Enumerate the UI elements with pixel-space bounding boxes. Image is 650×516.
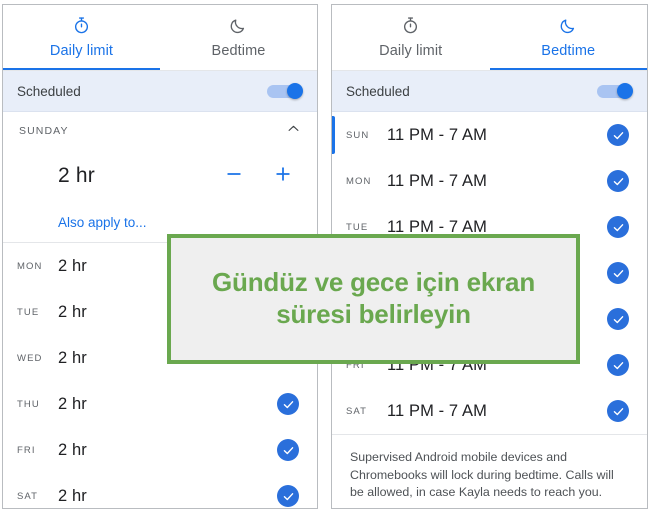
row-value: 2 hr	[58, 440, 87, 459]
check-circle-icon[interactable]	[607, 400, 629, 422]
sunday-section-header[interactable]: SUNDAY	[3, 112, 317, 150]
sunday-limit-value: 2 hr	[58, 164, 95, 187]
row-day-label: SAT	[346, 405, 368, 417]
row-value: 2 hr	[58, 486, 87, 505]
left-tab-bar: Daily limit Bedtime	[3, 5, 317, 71]
tab-bedtime-label: Bedtime	[541, 43, 596, 59]
tab-daily-limit[interactable]: Daily limit	[3, 5, 160, 71]
moon-icon	[229, 14, 248, 37]
check-circle-icon[interactable]	[277, 439, 299, 461]
row-day-label: TUE	[17, 306, 40, 318]
row-check-slot	[603, 354, 633, 376]
moon-icon	[559, 14, 578, 37]
row-day-label: THU	[17, 398, 40, 410]
callout-text: Gündüz ve gece için ekran süresi belirle…	[212, 267, 535, 329]
table-row[interactable]: SAT 11 PM - 7 AM	[332, 388, 647, 434]
stopwatch-icon	[401, 14, 420, 37]
row-check-slot	[273, 439, 303, 461]
row-check-slot	[603, 170, 633, 192]
check-circle-icon[interactable]	[607, 216, 629, 238]
row-check-slot	[603, 124, 633, 146]
table-row[interactable]: SAT 2 hr	[3, 473, 317, 508]
tab-daily-limit-label: Daily limit	[49, 43, 114, 59]
right-scheduled-label: Scheduled	[346, 83, 410, 99]
screenshot-stage: Daily limit Bedtime Scheduled SUNDAY 2 h…	[0, 0, 650, 516]
right-scheduled-row[interactable]: Scheduled	[332, 71, 647, 112]
tab-daily-limit[interactable]: Daily limit	[332, 5, 490, 71]
left-scheduled-toggle[interactable]	[267, 83, 303, 99]
table-row[interactable]: MON 11 PM - 7 AM	[332, 158, 647, 204]
tab-bedtime[interactable]: Bedtime	[489, 5, 647, 71]
check-circle-icon[interactable]	[607, 262, 629, 284]
stepper-buttons	[224, 164, 301, 189]
row-day-label: FRI	[17, 444, 36, 456]
check-circle-icon[interactable]	[277, 485, 299, 507]
left-scheduled-label: Scheduled	[17, 83, 81, 99]
check-circle-icon[interactable]	[607, 308, 629, 330]
plus-icon[interactable]	[273, 164, 293, 189]
row-day-label: MON	[17, 260, 43, 272]
check-circle-icon[interactable]	[607, 354, 629, 376]
chevron-up-icon[interactable]	[286, 121, 301, 141]
check-circle-icon[interactable]	[277, 393, 299, 415]
row-day-label: WED	[17, 352, 43, 364]
selected-row-indicator	[332, 116, 335, 154]
right-scheduled-toggle[interactable]	[597, 83, 633, 99]
toggle-thumb	[617, 83, 633, 99]
sunday-limit-stepper: 2 hr	[3, 150, 317, 202]
minus-icon[interactable]	[224, 164, 244, 189]
left-scheduled-row[interactable]: Scheduled	[3, 71, 317, 112]
tab-bedtime[interactable]: Bedtime	[160, 5, 317, 71]
row-value: 11 PM - 7 AM	[387, 401, 487, 420]
row-value: 11 PM - 7 AM	[387, 125, 487, 144]
row-check-slot	[603, 216, 633, 238]
tab-bedtime-label: Bedtime	[211, 43, 266, 59]
check-circle-icon[interactable]	[607, 170, 629, 192]
sunday-label: SUNDAY	[19, 125, 69, 137]
row-check-slot	[603, 400, 633, 422]
row-check-slot	[603, 262, 633, 284]
table-row[interactable]: SUN 11 PM - 7 AM	[332, 112, 647, 158]
row-check-slot	[273, 393, 303, 415]
also-apply-to-link[interactable]: Also apply to...	[58, 215, 147, 230]
row-value: 2 hr	[58, 394, 87, 413]
check-circle-icon[interactable]	[607, 124, 629, 146]
row-day-label: TUE	[346, 221, 369, 233]
stopwatch-icon	[72, 14, 91, 37]
row-check-slot	[603, 308, 633, 330]
row-day-label: MON	[346, 175, 372, 187]
row-value: 11 PM - 7 AM	[387, 171, 487, 190]
row-day-label: SAT	[17, 490, 39, 502]
row-day-label: SUN	[346, 129, 370, 141]
bedtime-footnote: Supervised Android mobile devices and Ch…	[332, 434, 647, 508]
right-tab-bar: Daily limit Bedtime	[332, 5, 647, 71]
toggle-thumb	[287, 83, 303, 99]
tab-bar-divider	[3, 70, 317, 71]
row-check-slot	[273, 485, 303, 507]
tab-daily-limit-label: Daily limit	[379, 43, 443, 59]
table-row[interactable]: THU 2 hr	[3, 381, 317, 427]
table-row[interactable]: FRI 2 hr	[3, 427, 317, 473]
tab-bar-divider	[332, 70, 647, 71]
translation-callout: Gündüz ve gece için ekran süresi belirle…	[167, 234, 580, 364]
